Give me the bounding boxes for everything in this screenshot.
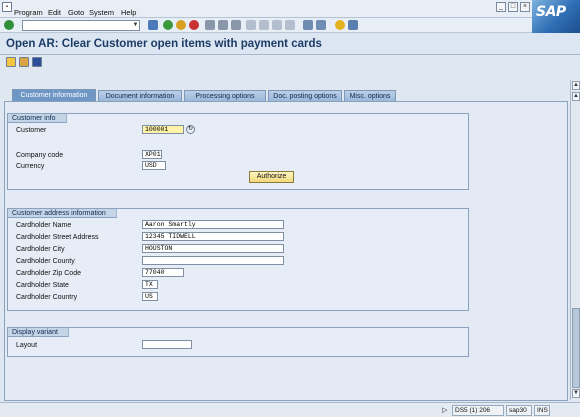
status-bar: ▷ DS5 (1) 206 sap30 INS	[0, 402, 580, 417]
cardholder-county-field[interactable]	[142, 256, 284, 265]
cardholder-county-label: Cardholder County	[16, 258, 75, 265]
menu-edit[interactable]: Edit	[48, 8, 61, 17]
cancel-icon[interactable]	[189, 20, 199, 30]
menu-program[interactable]: Program	[14, 8, 43, 17]
tab-misc-options[interactable]: Misc. options	[344, 90, 396, 101]
tab-processing-options[interactable]: Processing options	[184, 90, 266, 101]
cardholder-country-field[interactable]: US	[142, 292, 158, 301]
previous-page-icon[interactable]	[259, 20, 269, 30]
cardholder-state-field[interactable]: TX	[142, 280, 158, 289]
scroll-up-icon[interactable]: ▲	[572, 81, 580, 90]
status-expand-icon[interactable]: ▷	[442, 406, 447, 414]
cardholder-name-label: Cardholder Name	[16, 222, 72, 229]
next-page-icon[interactable]	[272, 20, 282, 30]
menu-bar: ▪ Program Edit Goto System Help _ □ ×	[0, 0, 580, 18]
vertical-scrollbar[interactable]: ▲ ▲ ▼	[570, 80, 580, 400]
application-toolbar	[0, 55, 580, 69]
scroll-up-page-icon[interactable]: ▲	[572, 92, 580, 101]
info-icon[interactable]	[32, 57, 42, 67]
group-title: Display variant	[7, 327, 69, 337]
enter-icon[interactable]	[4, 20, 14, 30]
cardholder-street-field[interactable]: 12345 TIDWELL	[142, 232, 284, 241]
maximize-icon[interactable]: □	[508, 2, 518, 12]
server-info: sap30	[506, 405, 532, 416]
window-controls: _ □ ×	[496, 2, 530, 12]
menu-system[interactable]: System	[89, 8, 114, 17]
scroll-thumb[interactable]	[572, 308, 580, 388]
command-field[interactable]	[22, 20, 140, 31]
variant-icon[interactable]	[19, 57, 29, 67]
customer-info-group: Customer info Customer 100001 ↻ Company …	[7, 113, 469, 190]
system-menu-icon[interactable]: ▪	[2, 2, 12, 12]
customer-label: Customer	[16, 127, 47, 134]
company-code-field[interactable]: XP01	[142, 150, 162, 159]
close-icon[interactable]: ×	[520, 2, 530, 12]
cardholder-zip-field[interactable]: 77040	[142, 268, 184, 277]
sap-logo: SAP	[532, 0, 580, 33]
exit-icon[interactable]	[176, 20, 186, 30]
cardholder-country-label: Cardholder Country	[16, 294, 78, 301]
insert-mode: INS	[534, 405, 550, 416]
create-session-icon[interactable]	[303, 20, 313, 30]
tab-customer-information[interactable]: Customer information	[12, 89, 96, 101]
layout-menu-icon[interactable]	[348, 20, 358, 30]
group-title: Customer address information	[7, 208, 117, 218]
menu-help[interactable]: Help	[121, 8, 136, 17]
group-title: Customer info	[7, 113, 67, 123]
execute-clock-icon[interactable]	[6, 57, 16, 67]
authorize-button[interactable]: Authorize	[249, 171, 294, 183]
cardholder-state-label: Cardholder State	[16, 282, 69, 289]
customer-address-group: Customer address information Cardholder …	[7, 208, 469, 311]
standard-toolbar: ▼	[0, 18, 532, 33]
save-icon[interactable]	[148, 20, 158, 30]
cardholder-street-label: Cardholder Street Address	[16, 234, 99, 241]
print-icon[interactable]	[205, 20, 215, 30]
currency-label: Currency	[16, 163, 45, 170]
page-title: Open AR: Clear Customer open items with …	[6, 38, 322, 50]
command-field-dropdown-icon[interactable]: ▼	[132, 21, 139, 30]
cardholder-city-field[interactable]: HOUSTON	[142, 244, 284, 253]
find-next-icon[interactable]	[231, 20, 241, 30]
last-page-icon[interactable]	[285, 20, 295, 30]
company-code-label: Company code	[16, 152, 64, 159]
cardholder-city-label: Cardholder City	[16, 246, 65, 253]
first-page-icon[interactable]	[246, 20, 256, 30]
menu-goto[interactable]: Goto	[68, 8, 84, 17]
shortcut-icon[interactable]	[316, 20, 326, 30]
layout-label: Layout	[16, 342, 38, 349]
back-icon[interactable]	[163, 20, 173, 30]
customer-field[interactable]: 100001	[142, 125, 184, 134]
layout-field[interactable]	[142, 340, 192, 349]
cardholder-zip-label: Cardholder Zip Code	[16, 270, 81, 277]
system-info[interactable]: DS5 (1) 206	[452, 405, 504, 416]
help-icon[interactable]	[335, 20, 345, 30]
tab-panel: Customer info Customer 100001 ↻ Company …	[4, 101, 568, 401]
minimize-icon[interactable]: _	[496, 2, 506, 12]
customer-search-icon[interactable]: ↻	[186, 125, 195, 134]
find-icon[interactable]	[218, 20, 228, 30]
currency-field[interactable]: USD	[142, 161, 166, 170]
display-variant-group: Display variant Layout	[7, 327, 469, 357]
scroll-down-icon[interactable]: ▼	[572, 389, 580, 398]
title-bar: Open AR: Clear Customer open items with …	[0, 33, 580, 55]
cardholder-name-field[interactable]: Aaron Smartly	[142, 220, 284, 229]
tab-document-information[interactable]: Document information	[98, 90, 182, 101]
tab-doc-posting-options[interactable]: Doc. posting options	[268, 90, 342, 101]
